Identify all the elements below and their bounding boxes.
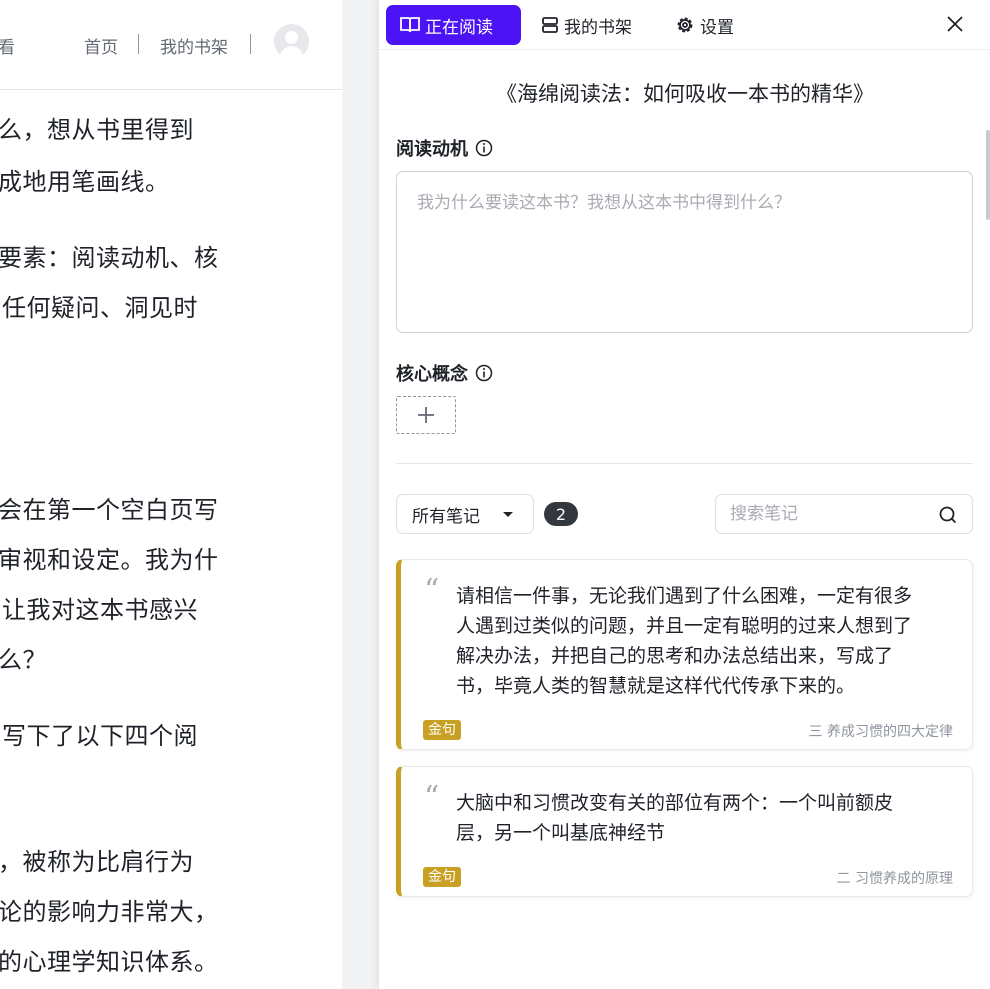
tab-label: 我的书架: [564, 17, 632, 38]
notes-count-badge: 2: [544, 502, 578, 526]
reader-text-line: 的心理学知识体系。: [0, 948, 219, 976]
note-text-line: 人遇到过类似的问题，并且一定有聪明的过来人想到了: [456, 615, 913, 637]
reading-panel: 正在阅读 我的书架 设置 《海绵阅读法：如何吸收一本书的精华》 阅读动机 我为什…: [378, 0, 990, 989]
tab-bookshelf[interactable]: 我的书架: [541, 5, 632, 45]
book-title: 《海绵阅读法：如何吸收一本书的精华》: [496, 82, 874, 106]
gear-icon: [677, 17, 693, 33]
quote-icon: “: [424, 780, 440, 815]
quote-icon: “: [424, 573, 440, 608]
note-text-line: 大脑中和习惯改变有关的部位有两个：一个叫前额皮: [456, 792, 894, 814]
motivation-input[interactable]: [396, 171, 973, 333]
reader-text-line: 么？: [0, 646, 47, 674]
bookshelf-icon: [542, 17, 558, 33]
note-card[interactable]: “ 大脑中和习惯改变有关的部位有两个：一个叫前额皮 层，另一个叫基底神经节 金句…: [396, 766, 973, 897]
note-card[interactable]: “ 请相信一件事，无论我们遇到了什么困难，一定有很多 人遇到过类似的问题，并且一…: [396, 559, 973, 750]
nav-divider: [250, 34, 251, 54]
panel-scrollbar[interactable]: [986, 130, 990, 220]
reader-text-line: ，被称为比肩行为: [0, 848, 194, 876]
concepts-title: 核心概念: [396, 364, 468, 385]
user-avatar[interactable]: [274, 24, 309, 59]
close-icon[interactable]: [945, 14, 965, 34]
caret-down-icon: [503, 512, 513, 517]
reader-text-line: 么，想从书里得到: [0, 116, 194, 144]
note-chapter[interactable]: 三 养成习惯的四大定律: [809, 721, 953, 741]
reader-text-line: 任何疑问、洞见时: [2, 294, 198, 322]
info-icon[interactable]: [475, 364, 493, 382]
note-text-line: 解决办法，并把自己的思考和办法总结出来，写成了: [456, 645, 894, 667]
tab-label: 设置: [700, 17, 734, 38]
concepts-section-title: 核心概念: [396, 360, 493, 386]
top-nav: 看 首页 我的书架: [0, 0, 342, 90]
notes-filter-dropdown[interactable]: 所有笔记: [396, 494, 534, 534]
nav-bookshelf-link[interactable]: 我的书架: [160, 33, 228, 58]
nav-home-link[interactable]: 首页: [84, 33, 118, 58]
note-tag-badge: 金句: [423, 867, 461, 887]
note-text-line: 书，毕竟人类的智慧就是这样代代传承下来的。: [456, 675, 856, 697]
notes-filter-label: 所有笔记: [412, 506, 480, 527]
info-icon[interactable]: [475, 139, 493, 157]
reader-text-line: 写下了以下四个阅: [2, 722, 198, 750]
reader-text-line: 论的影响力非常大，: [0, 898, 219, 926]
reader-text-line: 审视和设定。我为什: [0, 546, 219, 574]
search-icon[interactable]: [938, 505, 958, 525]
tab-label: 正在阅读: [425, 17, 493, 38]
panel-tabs: 正在阅读 我的书架 设置: [379, 0, 990, 50]
tab-settings[interactable]: 设置: [675, 5, 734, 45]
notes-search: [715, 494, 973, 534]
book-open-icon: [400, 17, 420, 33]
reader-text-line: 成地用笔画线。: [0, 168, 170, 196]
app-root: 看 首页 我的书架 么，想从书里得到 成地用笔画线。 要素：阅读动机、核 任何疑…: [0, 0, 990, 989]
note-text-line: 请相信一件事，无论我们遇到了什么困难，一定有很多: [456, 585, 913, 607]
add-concept-button[interactable]: [396, 396, 456, 434]
note-text-line: 层，另一个叫基底神经节: [456, 822, 666, 844]
tab-reading[interactable]: 正在阅读: [386, 5, 521, 45]
nav-divider: [138, 34, 139, 54]
section-divider: [396, 463, 973, 464]
reader-text-line: 让我对这本书感兴: [2, 596, 198, 624]
reader-text-line: 要素：阅读动机、核: [0, 244, 219, 272]
reader-page: 看 首页 我的书架 么，想从书里得到 成地用笔画线。 要素：阅读动机、核 任何疑…: [0, 0, 342, 989]
motivation-section-title: 阅读动机: [396, 135, 493, 161]
note-chapter[interactable]: 二 习惯养成的原理: [837, 868, 953, 888]
motivation-title: 阅读动机: [396, 139, 468, 160]
note-tag-badge: 金句: [423, 720, 461, 740]
plus-icon: [418, 407, 434, 423]
notes-search-input[interactable]: [730, 495, 930, 533]
reader-text-line: 会在第一个空白页写: [0, 496, 219, 524]
nav-item-partial[interactable]: 看: [0, 33, 15, 58]
